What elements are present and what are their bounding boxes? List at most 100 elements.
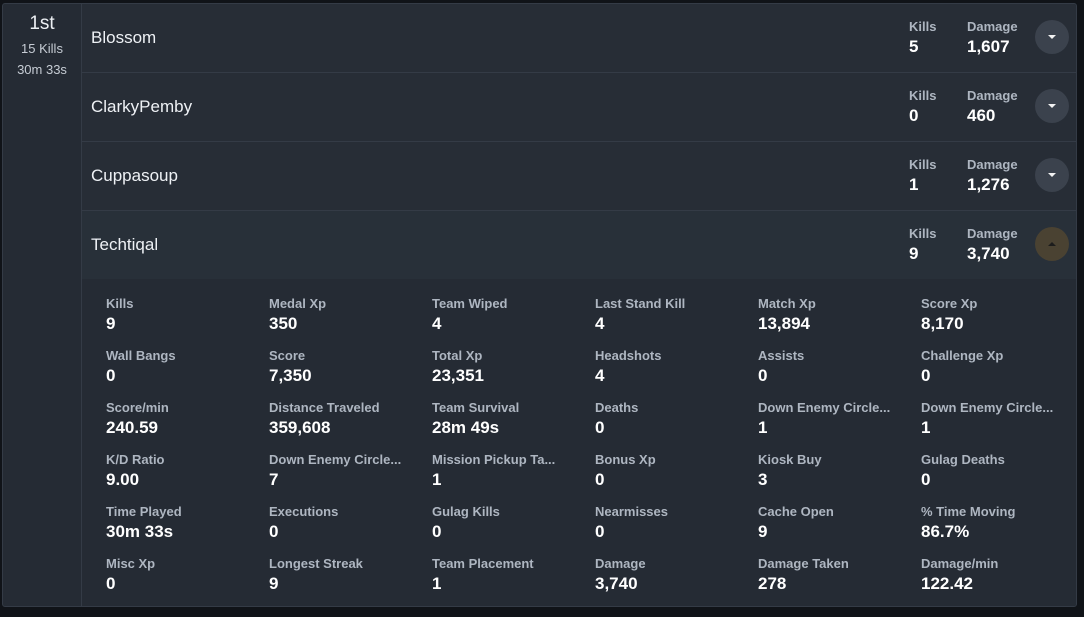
player-name[interactable]: Techtiqal [91,235,158,255]
detail-stat: Medal Xp 350 [269,296,432,348]
detail-stat-label: Misc Xp [106,556,156,571]
detail-stat-label: Team Survival [432,400,520,415]
detail-stat-label: Total Xp [432,348,483,363]
player-damage-value: 3,740 [967,244,1010,263]
detail-stat-label: K/D Ratio [106,452,165,467]
player-kills: Kills 1 [909,157,936,195]
detail-stat: Down Enemy Circle... 1 [921,400,1076,452]
detail-stat-value: 3 [758,470,768,489]
player-name[interactable]: ClarkyPemby [91,97,192,117]
detail-stat-value: 9 [106,314,116,333]
player-kills-label: Kills [909,19,937,34]
detail-stat: Damage/min 122.42 [921,556,1076,606]
detail-stat-value: 278 [758,574,787,593]
detail-stat: % Time Moving 86.7% [921,504,1076,556]
detail-stat: Misc Xp 0 [106,556,269,606]
player-row[interactable]: Blossom Kills 5 Damage 1,607 [82,4,1076,73]
player-damage-value: 1,607 [967,37,1010,56]
detail-stat-value: 28m 49s [432,418,500,437]
detail-stat-value: 0 [106,366,116,385]
detail-stat-value: 359,608 [269,418,331,437]
player-kills-label: Kills [909,88,937,103]
detail-stat-label: Down Enemy Circle... [921,400,1054,415]
detail-stat-value: 9 [758,522,768,541]
player-kills: Kills 9 [909,226,936,264]
collapse-button[interactable] [1035,227,1069,261]
detail-stat: Down Enemy Circle... 7 [269,452,432,504]
detail-stat-label: Team Placement [432,556,534,571]
detail-stat: Executions 0 [269,504,432,556]
detail-stat-value: 86.7% [921,522,970,541]
chevron-down-icon [1048,173,1056,177]
detail-stat-label: Deaths [595,400,639,415]
detail-stat: Mission Pickup Ta... 1 [432,452,595,504]
detail-stat-label: % Time Moving [921,504,1016,519]
detail-stat: Last Stand Kill 4 [595,296,758,348]
player-damage-label: Damage [967,157,1018,172]
player-details-panel: Kills 9 Medal Xp 350 Team Wiped 4 Last S… [82,280,1076,606]
player-damage: Damage 1,607 [967,19,1018,57]
player-damage-value: 460 [967,106,996,125]
team-time: 30m 33s [17,62,67,77]
detail-stat-value: 4 [432,314,442,333]
detail-stat: Nearmisses 0 [595,504,758,556]
detail-stat-label: Kiosk Buy [758,452,822,467]
detail-stat-label: Kills [106,296,134,311]
player-damage-value: 1,276 [967,175,1010,194]
player-kills: Kills 5 [909,19,936,57]
detail-stat-label: Team Wiped [432,296,508,311]
player-row[interactable]: Techtiqal Kills 9 Damage 3,740 [82,211,1076,279]
detail-stat-value: 13,894 [758,314,810,333]
detail-stat-value: 0 [758,366,768,385]
detail-stat-label: Assists [758,348,805,363]
detail-stat-label: Distance Traveled [269,400,380,415]
detail-stat-label: Score Xp [921,296,978,311]
team-result-card: 1st 15 Kills 30m 33s Blossom Kills 5 Dam… [2,3,1077,607]
player-damage: Damage 460 [967,88,1018,126]
player-damage: Damage 1,276 [967,157,1018,195]
player-details-grid: Kills 9 Medal Xp 350 Team Wiped 4 Last S… [106,296,1076,606]
expand-button[interactable] [1035,20,1069,54]
detail-stat: Kills 9 [106,296,269,348]
detail-stat: Cache Open 9 [758,504,921,556]
player-name[interactable]: Blossom [91,28,156,48]
player-kills: Kills 0 [909,88,936,126]
detail-stat: Team Wiped 4 [432,296,595,348]
detail-stat-value: 1 [432,470,442,489]
detail-stat-value: 0 [921,366,931,385]
player-damage-label: Damage [967,19,1018,34]
player-row[interactable]: Cuppasoup Kills 1 Damage 1,276 [82,142,1076,211]
detail-stat-value: 0 [269,522,279,541]
detail-stat: Team Survival 28m 49s [432,400,595,452]
detail-stat-label: Bonus Xp [595,452,656,467]
detail-stat-value: 9 [269,574,279,593]
player-damage: Damage 3,740 [967,226,1018,264]
detail-stat-label: Score [269,348,306,363]
detail-stat: Assists 0 [758,348,921,400]
detail-stat-label: Down Enemy Circle... [269,452,402,467]
detail-stat: K/D Ratio 9.00 [106,452,269,504]
detail-stat-label: Down Enemy Circle... [758,400,891,415]
player-kills-value: 9 [909,244,919,263]
detail-stat-value: 3,740 [595,574,638,593]
detail-stat-label: Damage Taken [758,556,849,571]
chevron-down-icon [1048,104,1056,108]
expand-button[interactable] [1035,89,1069,123]
detail-stat: Score/min 240.59 [106,400,269,452]
player-list: Blossom Kills 5 Damage 1,607 ClarkyPemby… [82,4,1076,279]
detail-stat-value: 9.00 [106,470,140,489]
detail-stat: Distance Traveled 359,608 [269,400,432,452]
detail-stat-value: 1 [921,418,931,437]
detail-stat-value: 0 [595,418,605,437]
detail-stat: Score 7,350 [269,348,432,400]
detail-stat-value: 350 [269,314,298,333]
chevron-down-icon [1048,35,1056,39]
player-name[interactable]: Cuppasoup [91,166,178,186]
player-row[interactable]: ClarkyPemby Kills 0 Damage 460 [82,73,1076,142]
detail-stat: Gulag Kills 0 [432,504,595,556]
detail-stat-label: Challenge Xp [921,348,1004,363]
detail-stat-label: Executions [269,504,339,519]
expand-button[interactable] [1035,158,1069,192]
player-damage-label: Damage [967,226,1018,241]
detail-stat: Score Xp 8,170 [921,296,1076,348]
